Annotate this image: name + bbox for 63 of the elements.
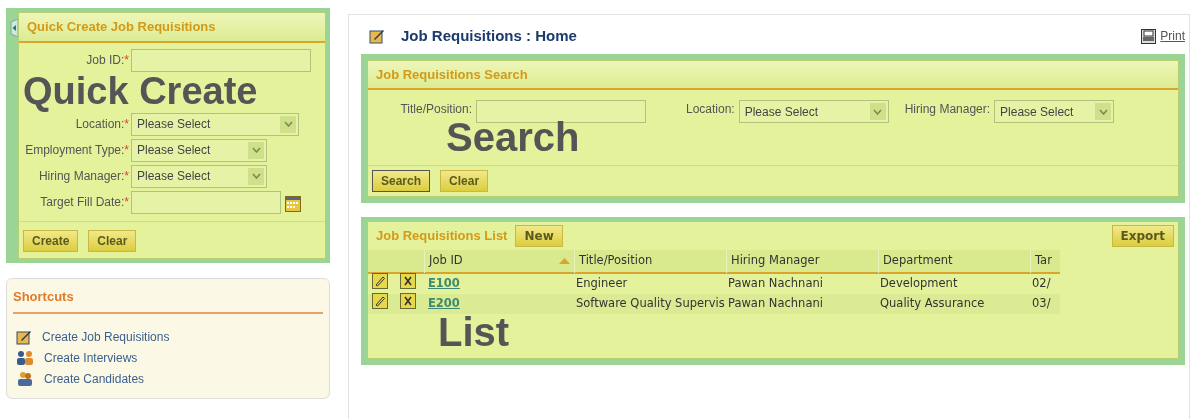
field-label: Job ID:* xyxy=(86,53,129,67)
select-field[interactable]: Please Select xyxy=(131,138,267,162)
table-cell-text: Pawan Nachnani xyxy=(727,275,824,293)
select-field[interactable]: Please Select xyxy=(131,164,267,188)
field-label: Location:* xyxy=(75,117,129,131)
text-field[interactable] xyxy=(476,100,646,123)
column-header[interactable]: Tar xyxy=(1030,249,1060,273)
field-label: Hiring Manager:* xyxy=(38,169,129,183)
field-label: Hiring Manager: xyxy=(904,101,991,118)
create-button[interactable]: Create xyxy=(23,229,79,252)
new-button[interactable]: New xyxy=(515,225,563,247)
table-cell-text: Software Quality Supervis xyxy=(575,295,726,313)
collapse-tab-icon xyxy=(9,18,18,36)
column-header[interactable]: Title/Position xyxy=(574,249,726,273)
shortcut-link[interactable]: Create Candidates xyxy=(44,370,145,388)
table-cell-text: 03/ xyxy=(1031,295,1052,313)
edit-icon xyxy=(16,329,32,345)
column-header[interactable]: Hiring Manager xyxy=(726,249,878,273)
column-header[interactable]: Department xyxy=(878,249,1030,273)
table-cell-text: Pawan Nachnani xyxy=(727,295,824,313)
dropdown-caret-icon xyxy=(1095,103,1112,120)
section-title: Shortcuts xyxy=(13,286,323,314)
edit-icon xyxy=(369,28,385,45)
panel-title: Quick Create Job Requisitions xyxy=(19,13,325,43)
field-label: Target Fill Date:* xyxy=(40,195,129,209)
clear-button[interactable]: Clear xyxy=(88,229,137,252)
table-cell-text: Engineer xyxy=(575,275,629,293)
table-cell-text: 02/ xyxy=(1031,275,1052,293)
calendar-icon[interactable] xyxy=(285,194,301,210)
people-icon xyxy=(16,371,34,387)
column-header[interactable]: Job ID xyxy=(424,249,574,273)
field-label: Location: xyxy=(686,101,735,118)
printer-icon xyxy=(1141,28,1157,44)
field-label: Employment Type:* xyxy=(25,143,129,157)
edit-icon[interactable] xyxy=(372,273,388,290)
dropdown-caret-icon xyxy=(248,167,264,185)
print-link[interactable]: Print xyxy=(1160,27,1185,46)
date-field[interactable] xyxy=(131,190,281,214)
edit-icon[interactable] xyxy=(372,293,388,310)
field-label: Title/Position: xyxy=(399,101,472,118)
dropdown-caret-icon xyxy=(869,103,886,120)
dropdown-caret-icon xyxy=(280,115,296,133)
clear-button[interactable]: Clear xyxy=(440,170,489,192)
select-field[interactable]: Please Select xyxy=(131,112,299,136)
annotation-label: Search xyxy=(446,116,580,157)
table-cell-text: Quality Assurance xyxy=(879,295,986,313)
select-field[interactable]: Please Select xyxy=(738,100,889,123)
export-button[interactable]: Export xyxy=(1111,225,1174,247)
shortcut-link[interactable]: Create Job Requisitions xyxy=(42,328,170,346)
page-title: Job Requisitions : Home xyxy=(401,26,577,46)
shortcut-link[interactable]: Create Interviews xyxy=(44,349,138,367)
annotation-label: List xyxy=(438,312,510,352)
dropdown-caret-icon xyxy=(248,141,264,159)
delete-icon[interactable] xyxy=(400,293,416,310)
search-button[interactable]: Search xyxy=(372,170,431,192)
people-icon xyxy=(16,350,34,366)
table-cell-text: Development xyxy=(879,275,959,293)
text-field[interactable] xyxy=(131,48,311,72)
delete-icon[interactable] xyxy=(400,273,416,290)
annotation-label: Quick Create xyxy=(23,71,259,110)
select-field[interactable]: Please Select xyxy=(994,100,1115,123)
panel-title: Job Requisitions Search xyxy=(368,60,1178,90)
panel-title: Job Requisitions List xyxy=(376,227,508,246)
